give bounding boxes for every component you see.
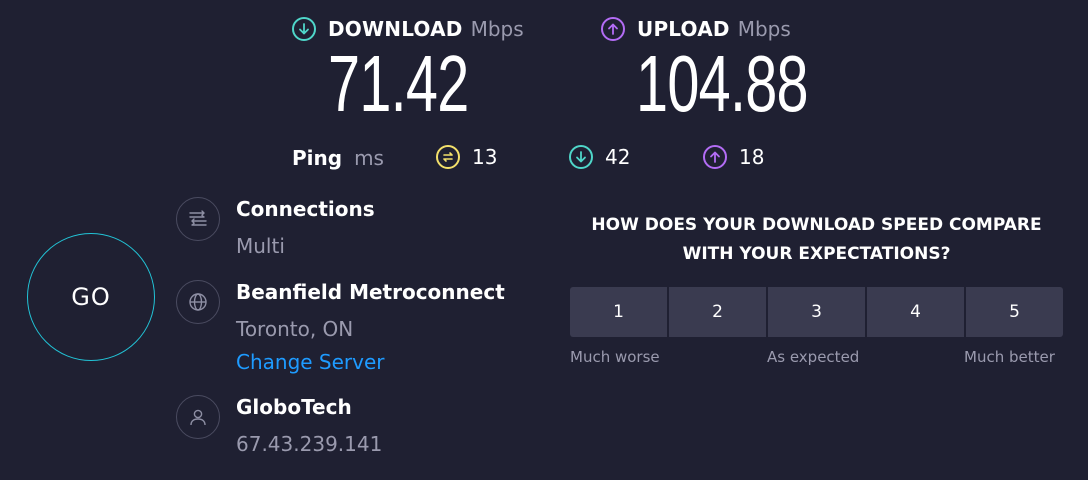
change-server-link[interactable]: Change Server [236, 350, 385, 374]
ping-download-value: 42 [605, 145, 631, 169]
go-label: GO [71, 283, 111, 311]
server-name: Beanfield Metroconnect [236, 280, 505, 304]
ping-idle-value: 13 [472, 145, 498, 169]
upload-label: UPLOAD [637, 17, 730, 41]
scale-label-low: Much worse [570, 348, 660, 366]
go-button[interactable]: GO [27, 233, 155, 361]
ping-upload: 18 [703, 145, 764, 169]
download-arrow-icon [292, 17, 316, 41]
rating-button-5[interactable]: 5 [966, 287, 1063, 337]
connections-title: Connections [236, 197, 375, 221]
survey-question-line2: WITH YOUR EXPECTATIONS? [682, 244, 951, 264]
survey-question-line1: HOW DOES YOUR DOWNLOAD SPEED COMPARE [591, 215, 1042, 235]
rating-button-4[interactable]: 4 [867, 287, 964, 337]
download-section: DOWNLOAD Mbps [292, 17, 524, 41]
user-icon [176, 395, 220, 439]
scale-label-high: Much better [964, 348, 1055, 366]
ping-label: Ping [292, 146, 343, 170]
download-label: DOWNLOAD [328, 17, 463, 41]
scale-label-mid: As expected [767, 348, 860, 366]
rating-button-2[interactable]: 2 [669, 287, 766, 337]
upload-unit: Mbps [737, 17, 791, 41]
rating-scale: 1 2 3 4 5 [570, 287, 1063, 337]
ping-download-icon [569, 145, 593, 169]
connections-icon [176, 197, 220, 241]
ping-download: 42 [569, 145, 630, 169]
upload-section: UPLOAD Mbps [601, 17, 791, 41]
connections-value[interactable]: Multi [236, 234, 285, 258]
rating-button-1[interactable]: 1 [570, 287, 667, 337]
upload-arrow-icon [601, 17, 625, 41]
provider-ip: 67.43.239.141 [236, 432, 383, 456]
ping-upload-icon [703, 145, 727, 169]
download-unit: Mbps [470, 17, 524, 41]
provider-name: GloboTech [236, 395, 352, 419]
rating-button-3[interactable]: 3 [768, 287, 865, 337]
survey-question: HOW DOES YOUR DOWNLOAD SPEED COMPARE WIT… [570, 211, 1063, 269]
ping-upload-value: 18 [739, 145, 765, 169]
globe-icon [176, 280, 220, 324]
ping-idle: 13 [436, 145, 497, 169]
ping-idle-icon [436, 145, 460, 169]
ping-unit: ms [354, 146, 384, 170]
upload-value: 104.88 [636, 39, 809, 128]
download-value: 71.42 [328, 39, 469, 128]
ping-row: Ping ms [292, 145, 384, 171]
server-location: Toronto, ON [236, 317, 354, 341]
